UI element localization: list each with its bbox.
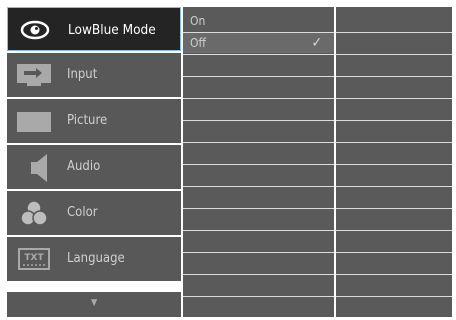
option-off[interactable]: Off ✓: [183, 33, 334, 53]
menu-label: Audio: [67, 159, 101, 174]
picture-icon: [17, 112, 51, 132]
submenu-panel: [334, 7, 452, 317]
option-label: On: [190, 14, 206, 28]
language-icon: TXT: [18, 248, 50, 270]
option-on[interactable]: On: [183, 11, 334, 31]
divider: [183, 296, 334, 297]
divider: [336, 252, 452, 253]
divider: [336, 120, 452, 121]
menu-label: Input: [67, 67, 98, 82]
menu-label: LowBlue Mode: [68, 22, 156, 38]
divider: [183, 230, 334, 231]
menu-item-input[interactable]: Input: [7, 53, 181, 97]
divider: [183, 54, 334, 55]
divider: [336, 274, 452, 275]
menu-label: Picture: [67, 113, 108, 128]
divider: [183, 120, 334, 121]
menu-label: Language: [67, 251, 125, 266]
divider: [183, 164, 334, 165]
arrow-down-icon: ▼: [91, 298, 98, 308]
divider: [183, 76, 334, 77]
eye-icon: [20, 20, 50, 40]
divider: [183, 252, 334, 253]
divider: [336, 164, 452, 165]
divider: [336, 32, 452, 33]
divider: [336, 296, 452, 297]
divider: [336, 142, 452, 143]
divider: [183, 186, 334, 187]
divider: [183, 208, 334, 209]
menu-item-audio[interactable]: Audio: [7, 145, 181, 189]
menu-item-color[interactable]: Color: [7, 191, 181, 235]
menu-item-language[interactable]: TXT Language: [7, 237, 181, 281]
osd-menu: LowBlue Mode Input Picture Audio Color T…: [7, 7, 452, 317]
menu-label: Color: [67, 205, 98, 220]
divider: [183, 274, 334, 275]
svg-text:TXT: TXT: [24, 253, 44, 263]
divider: [336, 230, 452, 231]
speaker-icon: [31, 154, 47, 182]
menu-item-picture[interactable]: Picture: [7, 99, 181, 143]
divider: [336, 186, 452, 187]
checkmark-icon: ✓: [311, 35, 322, 51]
color-icon: [20, 200, 48, 226]
divider: [183, 98, 334, 99]
scroll-down-button[interactable]: ▼: [7, 292, 181, 317]
menu-item-lowblue-mode[interactable]: LowBlue Mode: [7, 7, 181, 51]
option-label: Off: [190, 36, 206, 50]
divider: [336, 98, 452, 99]
input-icon: [17, 64, 51, 86]
main-menu: LowBlue Mode Input Picture Audio Color T…: [7, 7, 181, 317]
divider: [336, 54, 452, 55]
options-panel: On Off ✓: [181, 7, 334, 317]
divider: [336, 76, 452, 77]
divider: [336, 208, 452, 209]
divider: [183, 142, 334, 143]
